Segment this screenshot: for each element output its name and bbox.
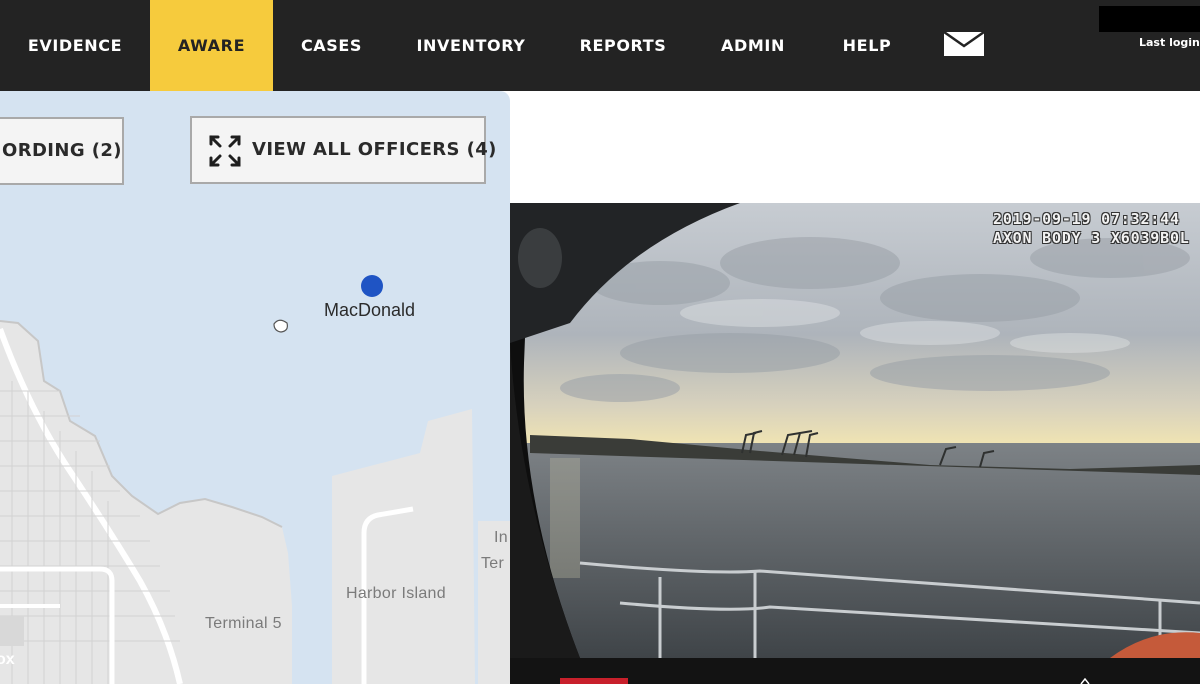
recording-marker [560,678,628,684]
officer-marker[interactable] [361,275,383,297]
map-label-partial-in: In [494,529,508,546]
chevron-up-icon[interactable] [1080,678,1090,684]
map-label-harbor-island: Harbor Island [346,585,446,602]
top-nav-bar: EVIDENCE AWARE CASES INVENTORY REPORTS A… [0,0,1200,91]
map-label-partial-ter: Ter [481,555,505,572]
nav-reports[interactable]: REPORTS [552,0,694,91]
video-overlay-text: 2019-09-19 07:32:44 AXON BODY 3 X6039B0L [993,210,1190,248]
video-timestamp: 2019-09-19 07:32:44 [993,210,1180,228]
last-login-label: Last login [1139,36,1200,49]
nav-evidence[interactable]: EVIDENCE [0,0,150,91]
video-header-area [510,91,1200,203]
bodycam-video-frame[interactable] [510,203,1200,658]
nav-help[interactable]: HELP [812,0,922,91]
recording-filter-button[interactable]: ORDING (2) [0,117,124,185]
nav-aware[interactable]: AWARE [150,0,273,91]
expand-arrows-icon [209,135,241,167]
video-scene [510,203,1200,658]
map-attribution-logo: ox [0,651,15,668]
view-all-officers-label: VIEW ALL OFFICERS (4) [252,139,497,160]
officer-name-label: MacDonald [324,300,416,320]
map-panel[interactable]: ORDING (2) VIEW ALL OFFICERS (4) MacDona… [0,91,510,684]
user-account-box[interactable] [1099,6,1200,32]
mail-envelope-icon[interactable] [943,31,985,57]
nav-cases[interactable]: CASES [273,0,390,91]
nav-admin[interactable]: ADMIN [694,0,812,91]
nav-inventory[interactable]: INVENTORY [390,0,552,91]
view-all-officers-button[interactable]: VIEW ALL OFFICERS (4) [190,116,496,184]
video-device-id: AXON BODY 3 X6039B0L [993,229,1190,247]
map-label-terminal-5: Terminal 5 [205,615,282,632]
